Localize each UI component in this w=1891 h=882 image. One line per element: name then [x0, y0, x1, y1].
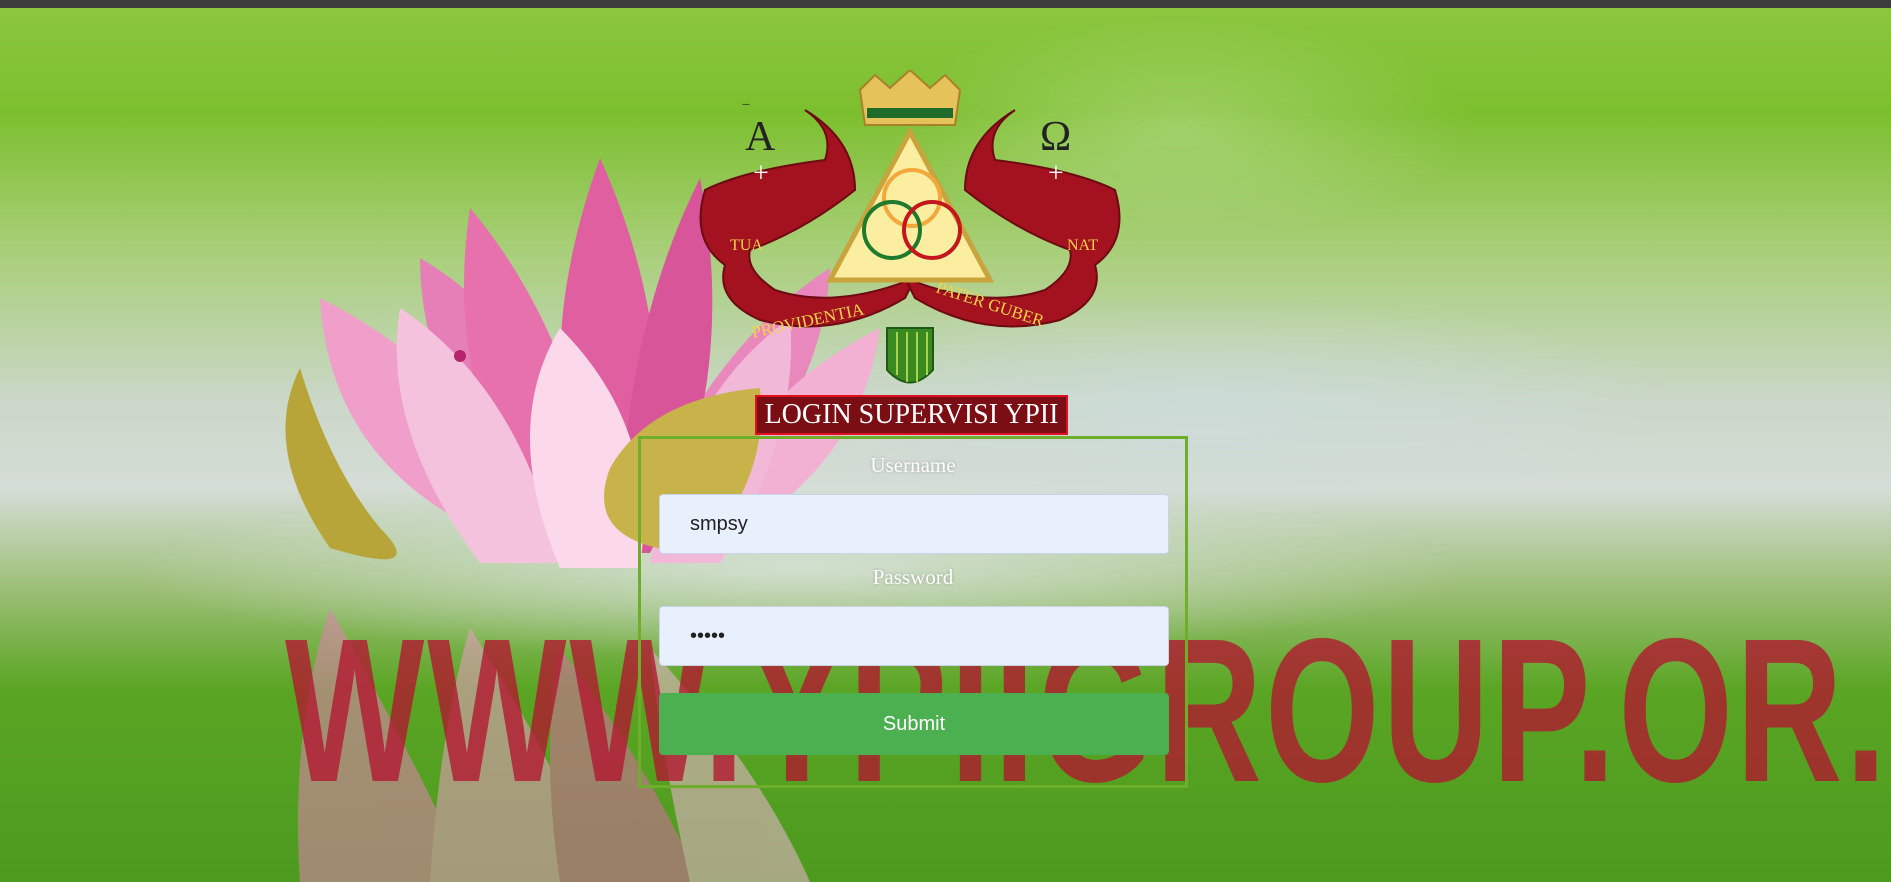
- svg-text:+: +: [1048, 158, 1064, 189]
- svg-text:+: +: [753, 158, 769, 189]
- username-label: Username: [870, 453, 956, 477]
- browser-top-bar: [0, 0, 1891, 8]
- password-label: Password: [872, 565, 954, 589]
- svg-text:NAT: NAT: [1067, 237, 1098, 254]
- login-form: Username Password Submit: [638, 436, 1188, 788]
- password-input[interactable]: [659, 606, 1169, 666]
- username-input[interactable]: [659, 494, 1169, 554]
- svg-text:TUA: TUA: [730, 237, 763, 254]
- login-title: LOGIN SUPERVISI YPII: [755, 395, 1068, 435]
- foundation-logo: TUA NAT PROVIDENTIA PATER GUBER Α ‾ Ω + …: [699, 70, 1121, 384]
- submit-button[interactable]: Submit: [659, 693, 1169, 755]
- svg-text:Α: Α: [745, 114, 776, 160]
- svg-text:‾: ‾: [742, 102, 750, 122]
- svg-text:Ω: Ω: [1040, 114, 1071, 160]
